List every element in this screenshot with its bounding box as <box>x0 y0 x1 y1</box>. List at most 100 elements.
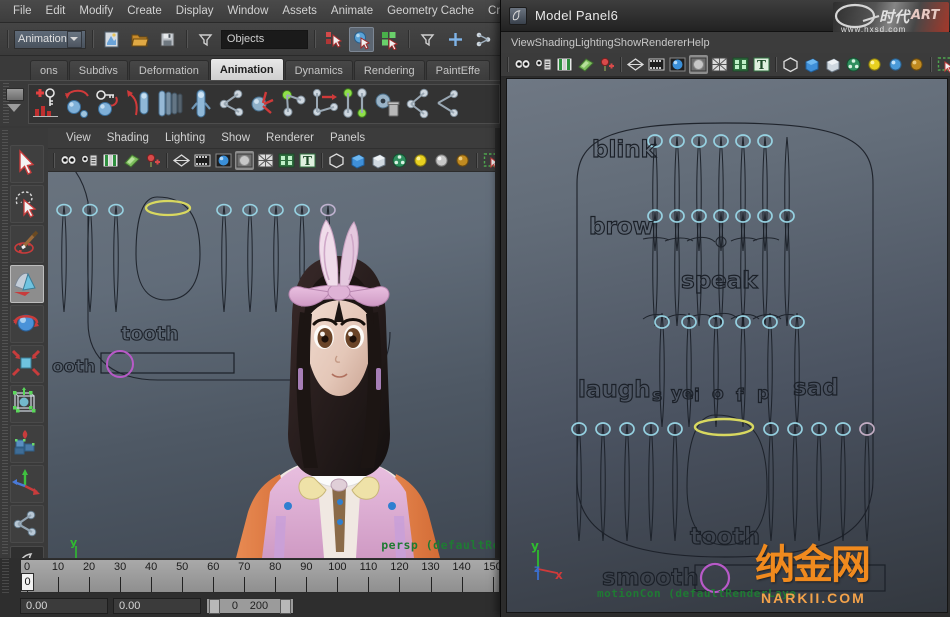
menu-assets[interactable]: Assets <box>275 3 324 19</box>
flat-shade-icon[interactable] <box>235 150 254 170</box>
menu-display[interactable]: Display <box>169 3 221 19</box>
menu-window[interactable]: Window <box>220 3 275 19</box>
wireframe-shading-icon[interactable] <box>626 55 645 74</box>
time-slider-track[interactable]: 0 10 20 30 40 50 60 70 80 90 100 110 120 130 140 150 <box>20 559 500 593</box>
panel-menu-lighting[interactable]: Lighting <box>575 37 614 49</box>
resolution-gate-icon[interactable] <box>390 151 409 170</box>
ik-handle-icon[interactable] <box>124 87 154 120</box>
status-separator[interactable] <box>89 28 96 50</box>
light-display-icon[interactable] <box>411 151 430 170</box>
flat-shade-icon[interactable] <box>689 55 708 74</box>
region-render-icon[interactable] <box>936 55 950 74</box>
menu-animate[interactable]: Animate <box>324 3 380 19</box>
bookmarks-icon[interactable] <box>555 55 574 74</box>
status-separator[interactable] <box>4 28 11 50</box>
wireframe-on-shaded-icon[interactable] <box>256 151 275 170</box>
grid-display-icon[interactable] <box>802 55 821 74</box>
default-light-icon[interactable] <box>886 55 905 74</box>
x-ray-icon[interactable] <box>277 151 296 170</box>
viewport-menu-view[interactable]: View <box>58 131 99 145</box>
image-plane-icon[interactable] <box>122 151 141 170</box>
menu-create-deformers[interactable]: Create <box>481 3 500 19</box>
shelf-tab-ons[interactable]: ons <box>30 60 68 80</box>
shelf-editor-icon[interactable] <box>6 88 24 101</box>
panel-menu-view[interactable]: View <box>511 37 535 49</box>
select-by-component-icon[interactable] <box>321 27 346 52</box>
bind-skin-icon[interactable] <box>434 87 464 120</box>
x-ray-icon[interactable] <box>731 55 750 74</box>
range-slider[interactable]: 0 200 <box>206 598 294 614</box>
bookmarks-icon[interactable] <box>101 151 120 170</box>
open-scene-icon[interactable] <box>127 27 152 52</box>
camera-attributes-icon[interactable] <box>80 151 99 170</box>
persp-viewport-canvas[interactable]: tooth ooth y persp (defaultRe <box>48 172 500 558</box>
anim-end-time-field[interactable]: 0.00 <box>113 598 201 614</box>
wireframe-on-shaded-icon[interactable] <box>710 55 729 74</box>
save-scene-icon[interactable] <box>155 27 180 52</box>
camera-attributes-icon[interactable] <box>534 55 553 74</box>
shelf-tab-painteffects[interactable]: PaintEffe <box>425 60 491 80</box>
panel-menu-show[interactable]: Show <box>614 37 642 49</box>
lasso-select-tool-icon[interactable] <box>10 185 44 223</box>
current-time-indicator[interactable]: 0 <box>21 573 34 591</box>
two-sided-lighting-icon[interactable] <box>597 55 616 74</box>
text-display-icon[interactable]: T <box>752 55 771 74</box>
range-end-handle[interactable] <box>279 598 291 614</box>
all-lights-icon[interactable] <box>453 151 472 170</box>
edit-membership-icon[interactable] <box>310 87 340 120</box>
snap-grid-icon[interactable] <box>415 27 440 52</box>
two-sided-lighting-icon[interactable] <box>143 151 162 170</box>
status-separator[interactable] <box>183 28 190 50</box>
wireframe-shading-icon[interactable] <box>172 151 191 170</box>
selection-mask-field[interactable]: Objects <box>220 29 308 49</box>
select-camera-icon[interactable] <box>513 55 532 74</box>
shelf-tab-rendering[interactable]: Rendering <box>353 60 425 80</box>
render-icon[interactable] <box>471 27 496 52</box>
shelf-tab-animation[interactable]: Animation <box>209 58 284 80</box>
menu-file[interactable]: File <box>6 3 39 19</box>
isolate-select-icon[interactable] <box>327 151 346 170</box>
all-lights-icon[interactable] <box>907 55 926 74</box>
shelf-menu-chevron-down-icon[interactable] <box>7 104 21 112</box>
shelf-tab-deformation[interactable]: Deformation <box>128 60 209 80</box>
select-by-object-icon[interactable] <box>349 26 374 52</box>
range-start-handle[interactable] <box>209 598 220 614</box>
viewport-menu-shading[interactable]: Shading <box>99 131 157 145</box>
connect-joint-icon[interactable] <box>341 87 371 120</box>
text-display-icon[interactable]: T <box>298 151 317 170</box>
soft-modification-tool-icon[interactable] <box>10 425 44 463</box>
film-gate-icon[interactable] <box>369 151 388 170</box>
menu-create[interactable]: Create <box>120 3 169 19</box>
scale-tool-icon[interactable] <box>10 345 44 383</box>
menu-geometry-cache[interactable]: Geometry Cache <box>380 3 481 19</box>
hardware-texturing-icon[interactable] <box>193 151 212 170</box>
toolbox-grip[interactable] <box>2 130 8 554</box>
grid-display-icon[interactable] <box>348 151 367 170</box>
ik-spline-icon[interactable] <box>217 87 247 120</box>
panel-menu-shading[interactable]: Shading <box>535 37 575 49</box>
move-tool-icon[interactable] <box>10 265 44 303</box>
viewport-menu-panels[interactable]: Panels <box>322 131 373 145</box>
viewport-menu-renderer[interactable]: Renderer <box>258 131 322 145</box>
set-driven-key-icon[interactable] <box>93 87 123 120</box>
light-display-icon[interactable] <box>865 55 884 74</box>
viewport-menu-lighting[interactable]: Lighting <box>157 131 213 145</box>
shelf-tab-dynamics[interactable]: Dynamics <box>284 60 353 80</box>
last-tool-used-icon[interactable] <box>10 505 44 543</box>
select-tool-icon[interactable] <box>10 145 44 183</box>
select-by-hierarchy-icon[interactable] <box>377 27 402 52</box>
default-light-icon[interactable] <box>432 151 451 170</box>
hardware-texturing-icon[interactable] <box>647 55 666 74</box>
menu-set-selector[interactable]: Animation <box>14 29 86 49</box>
image-plane-icon[interactable] <box>576 55 595 74</box>
show-manipulator-tool-icon[interactable] <box>10 465 44 503</box>
cluster-deform-icon[interactable] <box>248 87 278 120</box>
new-scene-icon[interactable] <box>99 27 124 52</box>
resolution-gate-icon[interactable] <box>844 55 863 74</box>
status-separator[interactable] <box>405 28 412 50</box>
smooth-shade-all-icon[interactable] <box>668 55 687 74</box>
rotate-tool-icon[interactable] <box>10 305 44 343</box>
status-separator[interactable] <box>311 28 318 50</box>
menu-modify[interactable]: Modify <box>72 3 120 19</box>
delete-history-icon[interactable] <box>372 87 402 120</box>
